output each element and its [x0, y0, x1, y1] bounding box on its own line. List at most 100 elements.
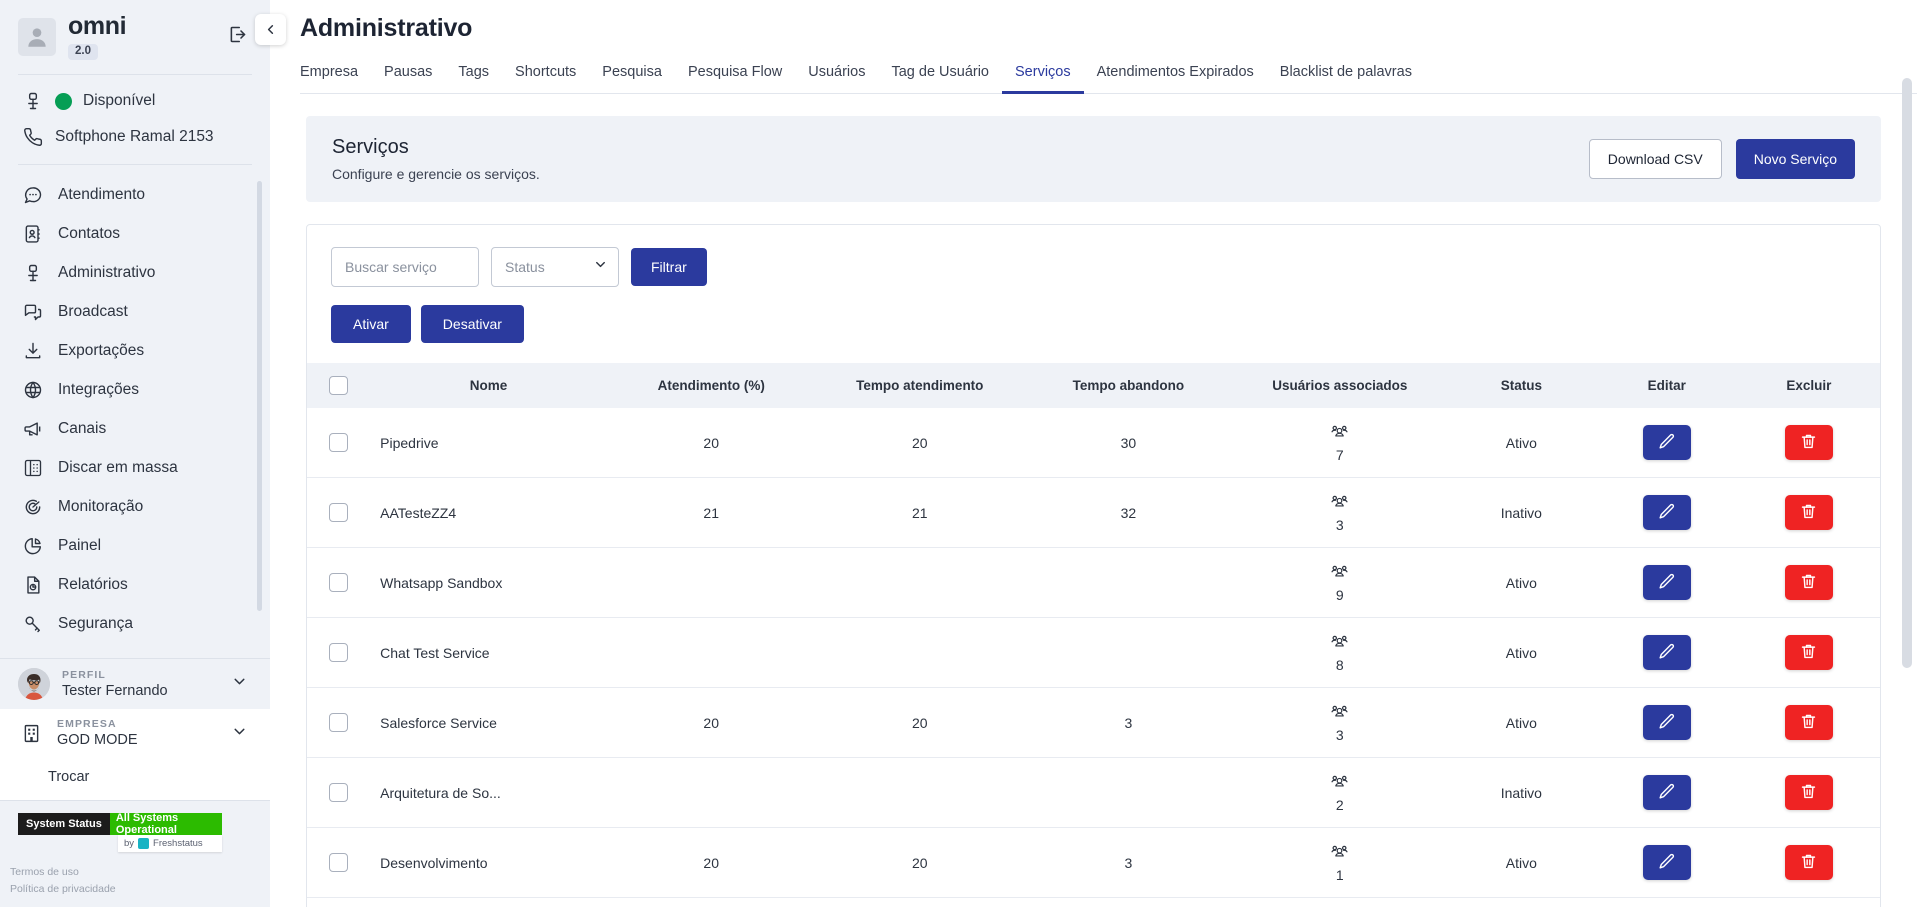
- cell-atendimento: [607, 618, 816, 688]
- delete-button[interactable]: [1784, 775, 1833, 810]
- sidebar-item-label: Administrativo: [58, 263, 156, 281]
- row-checkbox[interactable]: [329, 713, 349, 732]
- status-select[interactable]: Status: [491, 247, 619, 287]
- main-scrollbar[interactable]: [1902, 78, 1912, 668]
- profile-selector[interactable]: PERFIL Tester Fernando: [0, 659, 270, 709]
- cell-editar: [1596, 618, 1738, 688]
- row-checkbox[interactable]: [329, 783, 349, 802]
- sidebar-item-atendimento[interactable]: Atendimento: [0, 175, 270, 214]
- chevron-down-icon: [231, 673, 252, 695]
- tab-blacklist-de-palavras[interactable]: Blacklist de palavras: [1267, 60, 1425, 94]
- tab-atendimentos-expirados[interactable]: Atendimentos Expirados: [1084, 60, 1267, 94]
- sidebar-item-seguranca[interactable]: Segurança: [0, 604, 270, 643]
- cell-status: Ativo: [1505, 714, 1537, 731]
- edit-button[interactable]: [1642, 635, 1691, 670]
- cell-atendimento: 20: [703, 434, 719, 451]
- tab-pesquisa[interactable]: Pesquisa: [589, 60, 675, 94]
- deactivate-button[interactable]: Desativar: [420, 305, 524, 343]
- sidebar: omni 2.0 Disponível Softphone Ramal 2153: [0, 0, 286, 907]
- edit-button[interactable]: [1642, 775, 1691, 810]
- edit-button[interactable]: [1642, 425, 1691, 460]
- megaphone-icon: [22, 418, 44, 440]
- sidebar-item-broadcast[interactable]: Broadcast: [0, 292, 270, 331]
- cell-usuarios-associados: 7: [1233, 408, 1447, 478]
- freshstatus-name: Freshstatus: [153, 838, 203, 850]
- privacy-link[interactable]: Política de privacidade: [10, 881, 252, 897]
- sidebar-item-exportacoes[interactable]: Exportações: [0, 331, 270, 370]
- users-count: 3: [1335, 517, 1344, 533]
- tab-tag-de-usuario[interactable]: Tag de Usuário: [878, 60, 1002, 94]
- cell-status: Inativo: [1500, 784, 1542, 801]
- filter-button[interactable]: Filtrar: [631, 248, 707, 286]
- tab-pausas[interactable]: Pausas: [371, 60, 445, 94]
- cell-tempo-abandono: [1024, 618, 1233, 688]
- table-header: Nome Atendimento (%) Tempo atendimento T…: [307, 363, 1880, 408]
- edit-button[interactable]: [1642, 495, 1691, 530]
- sidebar-item-painel[interactable]: Painel: [0, 526, 270, 565]
- select-all-checkbox[interactable]: [329, 376, 349, 395]
- cell-nome: Chat Test Service: [380, 644, 490, 661]
- row-select-cell: [307, 478, 370, 548]
- cell-usuarios-associados: 2: [1233, 758, 1447, 828]
- switch-company-link[interactable]: Trocar: [48, 769, 89, 785]
- delete-button[interactable]: [1784, 565, 1833, 600]
- sidebar-scrollbar[interactable]: [257, 181, 262, 612]
- delete-button[interactable]: [1784, 635, 1833, 670]
- table-body: Pipedrive 20 20 30 7 Ativo AATesteZZ4 21 21 32 3 In…: [307, 408, 1880, 907]
- tab-shortcuts[interactable]: Shortcuts: [502, 60, 589, 94]
- sidebar-collapse-button[interactable]: [255, 14, 286, 45]
- users-count: 9: [1335, 587, 1344, 603]
- activate-button[interactable]: Ativar: [331, 305, 411, 343]
- tab-tags[interactable]: Tags: [445, 60, 502, 94]
- company-selector[interactable]: EMPRESA GOD MODE: [0, 709, 270, 759]
- sidebar-item-partially-hidden[interactable]: [0, 643, 270, 659]
- tab-pesquisa-flow[interactable]: Pesquisa Flow: [675, 60, 795, 94]
- delete-button[interactable]: [1784, 845, 1833, 880]
- sidebar-item-canais[interactable]: Canais: [0, 409, 270, 448]
- search-input[interactable]: [331, 247, 479, 287]
- cell-editar: [1596, 408, 1738, 478]
- system-status-widget[interactable]: System Status All Systems Operational by…: [0, 801, 270, 856]
- availability-status[interactable]: Disponível: [0, 78, 270, 124]
- chevron-left-icon: [267, 25, 274, 34]
- cell-atendimento: 21: [703, 504, 719, 521]
- sidebar-item-contatos[interactable]: Contatos: [0, 214, 270, 253]
- speech-bubbles-icon: [22, 301, 44, 323]
- services-banner: Serviços Configure e gerencie os serviço…: [306, 116, 1881, 202]
- delete-button[interactable]: [1784, 425, 1833, 460]
- sidebar-item-discar-em-massa[interactable]: Discar em massa: [0, 448, 270, 487]
- column-header-atendimento: Atendimento (%): [657, 378, 765, 393]
- cell-tempo-atendimento: 20: [912, 434, 928, 451]
- switch-company-row: Trocar: [0, 758, 270, 801]
- tab-empresa[interactable]: Empresa: [300, 60, 371, 94]
- tab-servicos[interactable]: Serviços: [1002, 60, 1084, 94]
- logout-icon[interactable]: [223, 20, 252, 54]
- pencil-icon: [1657, 642, 1676, 664]
- edit-button[interactable]: [1642, 565, 1691, 600]
- sidebar-item-monitoracao[interactable]: Monitoração: [0, 487, 270, 526]
- column-header-tempo-abandono: Tempo abandono: [1072, 378, 1185, 393]
- edit-button[interactable]: [1642, 845, 1691, 880]
- sidebar-item-administrativo[interactable]: Administrativo: [0, 253, 270, 292]
- row-checkbox[interactable]: [329, 503, 349, 522]
- new-service-button[interactable]: Novo Serviço: [1735, 139, 1855, 179]
- row-checkbox[interactable]: [329, 853, 349, 872]
- sidebar-item-relatorios[interactable]: Relatórios: [0, 565, 270, 604]
- row-checkbox[interactable]: [329, 433, 349, 452]
- softphone-row[interactable]: Softphone Ramal 2153: [0, 124, 270, 160]
- download-csv-button[interactable]: Download CSV: [1588, 139, 1722, 179]
- terms-link[interactable]: Termos de uso: [10, 864, 252, 880]
- sidebar-item-label: Integrações: [58, 380, 139, 398]
- delete-button[interactable]: [1784, 495, 1833, 530]
- services-panel: Status Filtrar Ativar Desativar: [306, 224, 1881, 907]
- sidebar-item-integracoes[interactable]: Integrações: [0, 370, 270, 409]
- edit-button[interactable]: [1642, 705, 1691, 740]
- sidebar-item-label: Painel: [58, 536, 102, 554]
- phone-icon: [22, 126, 44, 148]
- pencil-icon: [1657, 712, 1676, 734]
- users-group-icon: [1330, 772, 1349, 794]
- delete-button[interactable]: [1784, 705, 1833, 740]
- row-checkbox[interactable]: [329, 573, 349, 592]
- row-checkbox[interactable]: [329, 643, 349, 662]
- tab-usuarios[interactable]: Usuários: [795, 60, 878, 94]
